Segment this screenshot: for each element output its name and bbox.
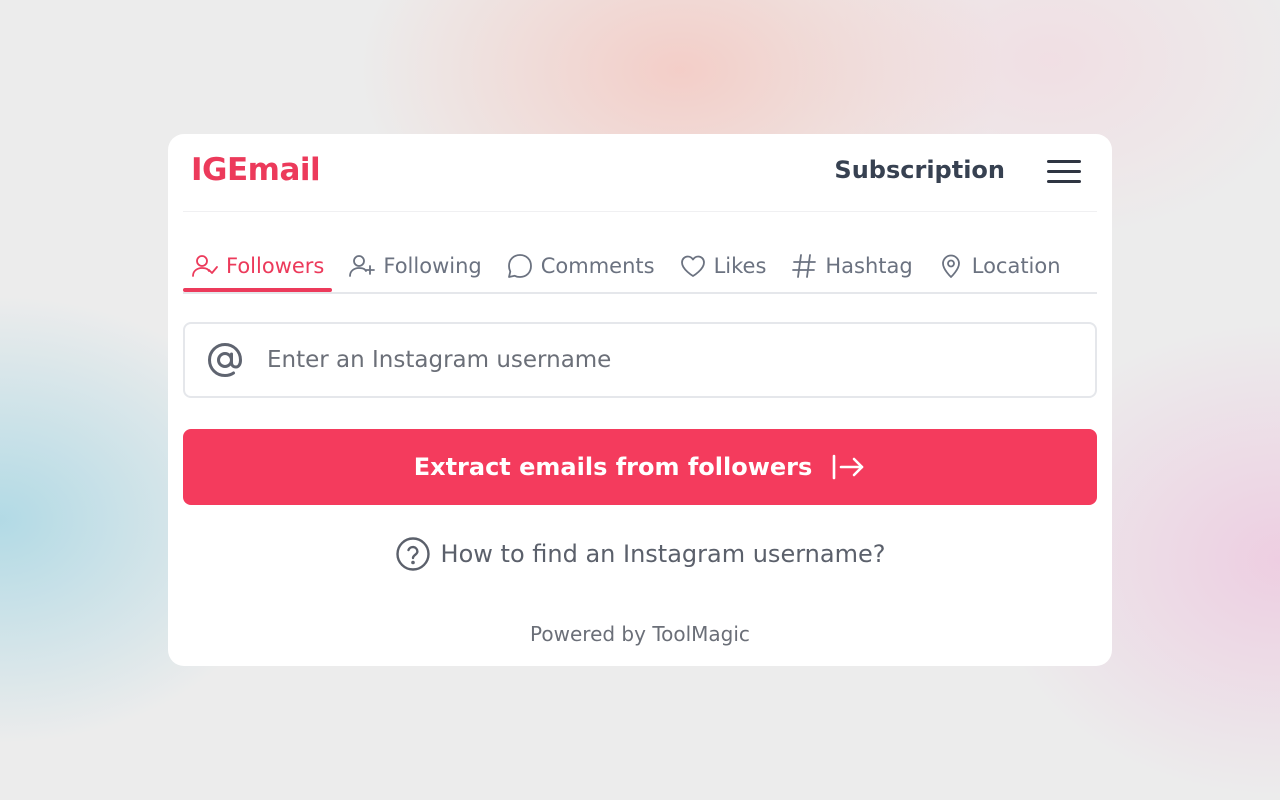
username-search-box xyxy=(183,322,1097,398)
map-pin-icon xyxy=(941,254,960,278)
help-link-label: How to find an Instagram username? xyxy=(440,540,886,568)
user-plus-icon xyxy=(349,255,376,277)
tab-label: Likes xyxy=(713,254,767,278)
tab-bar: Followers Following Comments Likes Hasht… xyxy=(183,244,1097,294)
subscription-link[interactable]: Subscription xyxy=(834,156,1005,184)
tab-followers[interactable]: Followers xyxy=(183,244,333,292)
user-check-icon xyxy=(192,255,218,277)
tab-comments[interactable]: Comments xyxy=(498,244,663,288)
powered-by-footer: Powered by ToolMagic xyxy=(530,622,750,646)
help-username-link[interactable]: How to find an Instagram username? xyxy=(168,536,1112,572)
tab-hashtag[interactable]: Hashtag xyxy=(782,244,920,288)
hamburger-menu-icon[interactable] xyxy=(1047,156,1083,186)
username-input[interactable] xyxy=(265,323,1095,397)
tab-label: Location xyxy=(971,254,1061,278)
tab-label: Followers xyxy=(226,254,325,278)
extract-emails-button[interactable]: Extract emails from followers xyxy=(183,429,1097,505)
tab-likes[interactable]: Likes xyxy=(671,244,775,288)
tab-following[interactable]: Following xyxy=(340,244,489,288)
tab-label: Following xyxy=(383,254,482,278)
hashtag-icon xyxy=(792,254,817,278)
extract-button-label: Extract emails from followers xyxy=(413,453,813,481)
arrow-right-to-bar-icon xyxy=(832,454,864,480)
question-circle-icon xyxy=(395,537,430,571)
at-sign-icon xyxy=(207,342,243,378)
tab-label: Hashtag xyxy=(825,254,913,278)
heart-icon xyxy=(680,255,705,277)
brand-logo[interactable]: IGEmail xyxy=(191,152,321,188)
main-card: IGEmail Subscription Followers Following xyxy=(168,134,1112,666)
tab-location[interactable]: Location xyxy=(929,244,1069,288)
tab-label: Comments xyxy=(540,254,655,278)
header: IGEmail Subscription xyxy=(183,134,1097,212)
comment-bubble-icon xyxy=(507,254,532,278)
